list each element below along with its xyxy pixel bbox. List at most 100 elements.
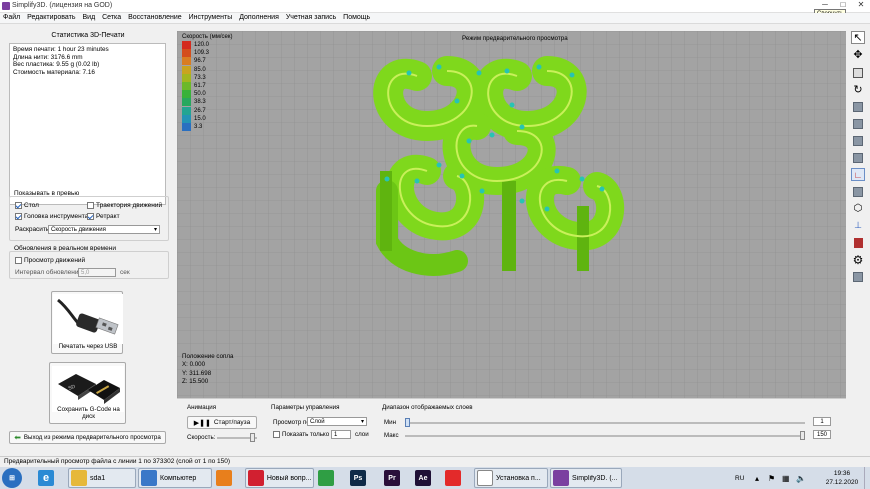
max-layer-slider[interactable]	[405, 431, 805, 440]
legend-swatch	[182, 65, 191, 74]
menu-addons[interactable]: Дополнения	[236, 13, 281, 21]
rotate-tool-icon[interactable]: ↻	[851, 83, 865, 96]
stats-filament-length: Длина нити: 3176.6 mm	[13, 53, 83, 61]
ie-button[interactable]: e	[38, 468, 54, 488]
toolhead-label: Головка инструмента	[24, 213, 89, 221]
show-only-label: Показать только	[282, 431, 330, 439]
exit-preview-label: Выход из режима предварительного просмот…	[23, 434, 161, 441]
menu-help[interactable]: Помощь	[340, 13, 372, 21]
view-by-select[interactable]: Слой ▾	[307, 417, 367, 426]
legend-row: 120.0	[182, 41, 242, 50]
simplify3d-icon	[553, 470, 569, 486]
bed-option[interactable]: Стол	[15, 202, 39, 209]
menu-tools[interactable]: Инструменты	[186, 13, 235, 21]
toolhead-option[interactable]: Головка инструмента	[15, 213, 88, 220]
taskbar-item[interactable]: Установка п...	[474, 468, 548, 488]
save-gcode-button[interactable]: SD Сохранить G-Code на диск	[49, 362, 126, 424]
menu-account[interactable]: Учетная запись	[283, 13, 338, 21]
motion-option[interactable]: Просмотр движений	[15, 257, 85, 264]
bed-checkbox[interactable]	[15, 202, 22, 209]
chevron-down-icon: ▾	[153, 227, 157, 233]
retract-checkbox[interactable]	[87, 213, 94, 220]
retract-option[interactable]: Ретракт	[87, 213, 120, 220]
max-layer-input[interactable]: 150	[813, 430, 831, 439]
travel-option[interactable]: Траектория движений	[87, 202, 162, 209]
menu-view[interactable]: Вид	[79, 13, 97, 21]
view-side-icon[interactable]	[851, 151, 865, 164]
stats-plastic-weight: Вес пластика: 9.55 g (0.02 lb)	[13, 61, 100, 69]
speed-slider[interactable]	[217, 433, 257, 442]
flag-icon[interactable]: ⚑	[768, 468, 775, 488]
interval-input[interactable]: 5,0	[78, 268, 116, 277]
motion-checkbox[interactable]	[15, 257, 22, 264]
back-arrow-icon: ⬅	[14, 433, 21, 442]
travel-checkbox[interactable]	[87, 202, 94, 209]
taskbar-item[interactable]: Pr	[384, 468, 412, 488]
legend-value: 3.3	[194, 123, 203, 130]
color-by-select[interactable]: Скорость движения ▾	[48, 225, 160, 234]
volume-icon[interactable]: 🔈	[796, 468, 806, 488]
show-only-input[interactable]: 1	[331, 430, 351, 439]
scale-tool-icon[interactable]	[851, 66, 865, 79]
status-text: Предварительный просмотр файла с линии 1…	[4, 458, 231, 465]
clock[interactable]: 19:36 27.12.2020	[822, 469, 862, 487]
stats-box: Время печати: 1 hour 23 minutes Длина ни…	[9, 43, 166, 205]
taskbar-item-label: Ps	[353, 474, 363, 482]
min-layer-input[interactable]: 1	[813, 417, 831, 426]
select-tool-icon[interactable]: ↖	[851, 31, 865, 44]
close-button[interactable]: ✕	[852, 0, 870, 11]
menu-file[interactable]: Файл	[0, 13, 22, 21]
tray-chevron-icon[interactable]: ▴	[755, 468, 759, 488]
legend-value: 85.0	[194, 66, 206, 73]
start-button[interactable]: ⊞	[2, 468, 22, 488]
taskbar-item[interactable]: Ps	[350, 468, 380, 488]
play-pause-button[interactable]: ▶❚❚ Старт/пауза	[187, 416, 257, 429]
bed-layout-icon[interactable]	[851, 270, 865, 283]
legend-value: 109.3	[194, 50, 210, 57]
support-icon[interactable]	[851, 236, 865, 249]
taskbar-item[interactable]: Simplify3D. (...	[550, 468, 622, 488]
taskbar-item-label: Новый вопр...	[266, 474, 311, 482]
view-by-label: Просмотр по	[273, 419, 310, 426]
nozzle-z: Z: 15.500	[182, 377, 209, 385]
min-layer-thumb[interactable]	[405, 418, 410, 427]
max-layer-thumb[interactable]	[800, 431, 805, 440]
retract-label: Ретракт	[96, 213, 120, 221]
menu-edit[interactable]: Редактировать	[24, 13, 77, 21]
taskbar-item[interactable]: Ae	[415, 468, 443, 488]
cross-section-icon[interactable]: ⊥	[851, 219, 865, 232]
language-indicator[interactable]: RU	[735, 468, 744, 488]
print-usb-button[interactable]: Печатать через USB	[51, 291, 123, 354]
show-only-checkbox[interactable]	[273, 431, 280, 438]
view-top-icon[interactable]	[851, 134, 865, 147]
taskbar-item[interactable]: Компьютер	[138, 468, 212, 488]
settings-gear-icon[interactable]: ⚙	[851, 253, 865, 267]
wireframe-icon[interactable]: ⬡	[851, 202, 865, 215]
view-front-icon[interactable]	[851, 117, 865, 130]
exit-preview-button[interactable]: ⬅ Выход из режима предварительного просм…	[9, 431, 166, 444]
preview-viewport[interactable]: Режим предварительного просмотра Скорост…	[177, 31, 846, 398]
status-bar: Предварительный просмотр файла с линии 1…	[0, 456, 870, 467]
taskbar-item[interactable]: sda1	[68, 468, 136, 488]
show-desktop-button[interactable]	[864, 467, 870, 489]
toolhead-checkbox[interactable]	[15, 213, 22, 220]
taskbar-item[interactable]	[216, 468, 242, 488]
legend-swatch	[182, 122, 191, 131]
legend-value: 26.7	[194, 107, 206, 114]
clock-date: 27.12.2020	[825, 479, 859, 486]
axes-toggle-icon[interactable]: ∟	[851, 168, 865, 181]
network-icon[interactable]: ▦	[782, 468, 790, 488]
legend-swatch	[182, 49, 191, 58]
menu-mesh[interactable]: Сетка	[99, 13, 123, 21]
menu-repair[interactable]: Восстановление	[125, 13, 184, 21]
show-only-option[interactable]: Показать только	[273, 431, 329, 438]
taskbar-item[interactable]: Новый вопр...	[245, 468, 314, 488]
min-layer-slider[interactable]	[405, 418, 805, 427]
view-bottom-icon[interactable]	[851, 185, 865, 198]
motion-label: Просмотр движений	[24, 257, 86, 265]
speed-slider-thumb[interactable]	[250, 433, 256, 442]
move-tool-icon[interactable]: ✥	[851, 48, 865, 61]
taskbar-item[interactable]	[318, 468, 346, 488]
view-iso-icon[interactable]	[851, 100, 865, 113]
taskbar-item[interactable]	[445, 468, 471, 488]
